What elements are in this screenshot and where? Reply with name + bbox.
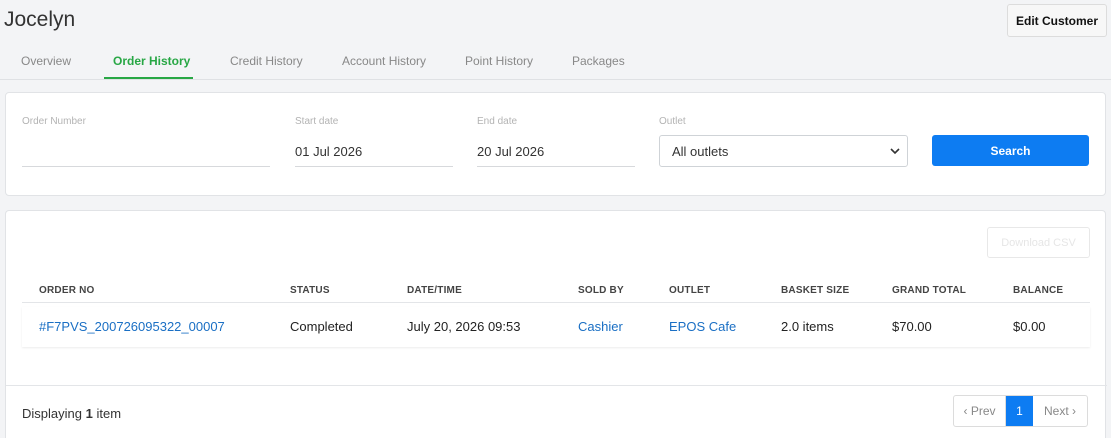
active-tab-indicator bbox=[104, 77, 193, 79]
result-count-prefix: Displaying bbox=[22, 406, 82, 421]
column-header-balance: BALANCE bbox=[1013, 285, 1064, 296]
page-title: Jocelyn bbox=[4, 8, 76, 31]
tab-credit-history[interactable]: Credit History bbox=[230, 54, 303, 68]
sold-by-link[interactable]: Cashier bbox=[578, 319, 623, 334]
order-number-link[interactable]: #F7PVS_200726095322_00007 bbox=[39, 319, 225, 334]
result-count-value: 1 bbox=[85, 406, 93, 421]
column-header-sold-by: SOLD BY bbox=[578, 285, 624, 296]
chevron-down-icon bbox=[890, 148, 900, 155]
basket-size: 2.0 items bbox=[781, 319, 834, 334]
search-button[interactable]: Search bbox=[932, 135, 1089, 166]
result-count: Displaying 1 item bbox=[22, 406, 121, 421]
tab-order-history[interactable]: Order History bbox=[113, 54, 190, 68]
column-header-order-no: ORDER NO bbox=[39, 285, 95, 296]
prev-page-button[interactable]: ‹ Prev bbox=[954, 396, 1006, 426]
start-date-input[interactable] bbox=[295, 137, 453, 167]
order-number-label: Order Number bbox=[22, 116, 86, 127]
outlet-select-value: All outlets bbox=[672, 143, 729, 159]
edit-customer-button[interactable]: Edit Customer bbox=[1007, 4, 1107, 37]
tab-account-history[interactable]: Account History bbox=[342, 54, 426, 68]
end-date-label: End date bbox=[477, 116, 518, 127]
tab-bar: Overview Order History Credit History Ac… bbox=[0, 45, 1111, 80]
outlet-label: Outlet bbox=[659, 116, 686, 127]
outlet-select[interactable]: All outlets bbox=[659, 135, 908, 167]
table-header-divider bbox=[22, 302, 1090, 303]
pagination: ‹ Prev 1 Next › bbox=[953, 395, 1088, 427]
download-csv-button[interactable]: Download CSV bbox=[987, 227, 1090, 258]
table-row[interactable]: #F7PVS_200726095322_00007 Completed July… bbox=[22, 307, 1090, 347]
tab-packages[interactable]: Packages bbox=[572, 54, 625, 68]
page-button-current[interactable]: 1 bbox=[1006, 396, 1033, 426]
order-number-input[interactable] bbox=[22, 137, 270, 167]
start-date-label: Start date bbox=[295, 116, 339, 127]
filter-panel: Order Number Start date End date Outlet … bbox=[5, 92, 1106, 196]
column-header-outlet: OUTLET bbox=[669, 285, 711, 296]
next-page-button[interactable]: Next › bbox=[1033, 396, 1087, 426]
results-panel: Download CSV ORDER NO STATUS DATE/TIME S… bbox=[5, 210, 1107, 438]
tab-point-history[interactable]: Point History bbox=[465, 54, 533, 68]
tab-overview[interactable]: Overview bbox=[21, 54, 71, 68]
column-header-basket-size: BASKET SIZE bbox=[781, 285, 850, 296]
column-header-status: STATUS bbox=[290, 285, 330, 296]
column-header-datetime: DATE/TIME bbox=[407, 285, 462, 296]
order-status: Completed bbox=[290, 319, 353, 334]
column-header-grand-total: GRAND TOTAL bbox=[892, 285, 967, 296]
result-count-suffix: item bbox=[96, 406, 122, 421]
balance: $0.00 bbox=[1013, 319, 1046, 334]
end-date-input[interactable] bbox=[477, 137, 635, 167]
footer-divider bbox=[6, 385, 1107, 386]
outlet-link[interactable]: EPOS Cafe bbox=[669, 319, 736, 334]
order-datetime: July 20, 2026 09:53 bbox=[407, 319, 521, 334]
grand-total: $70.00 bbox=[892, 319, 932, 334]
